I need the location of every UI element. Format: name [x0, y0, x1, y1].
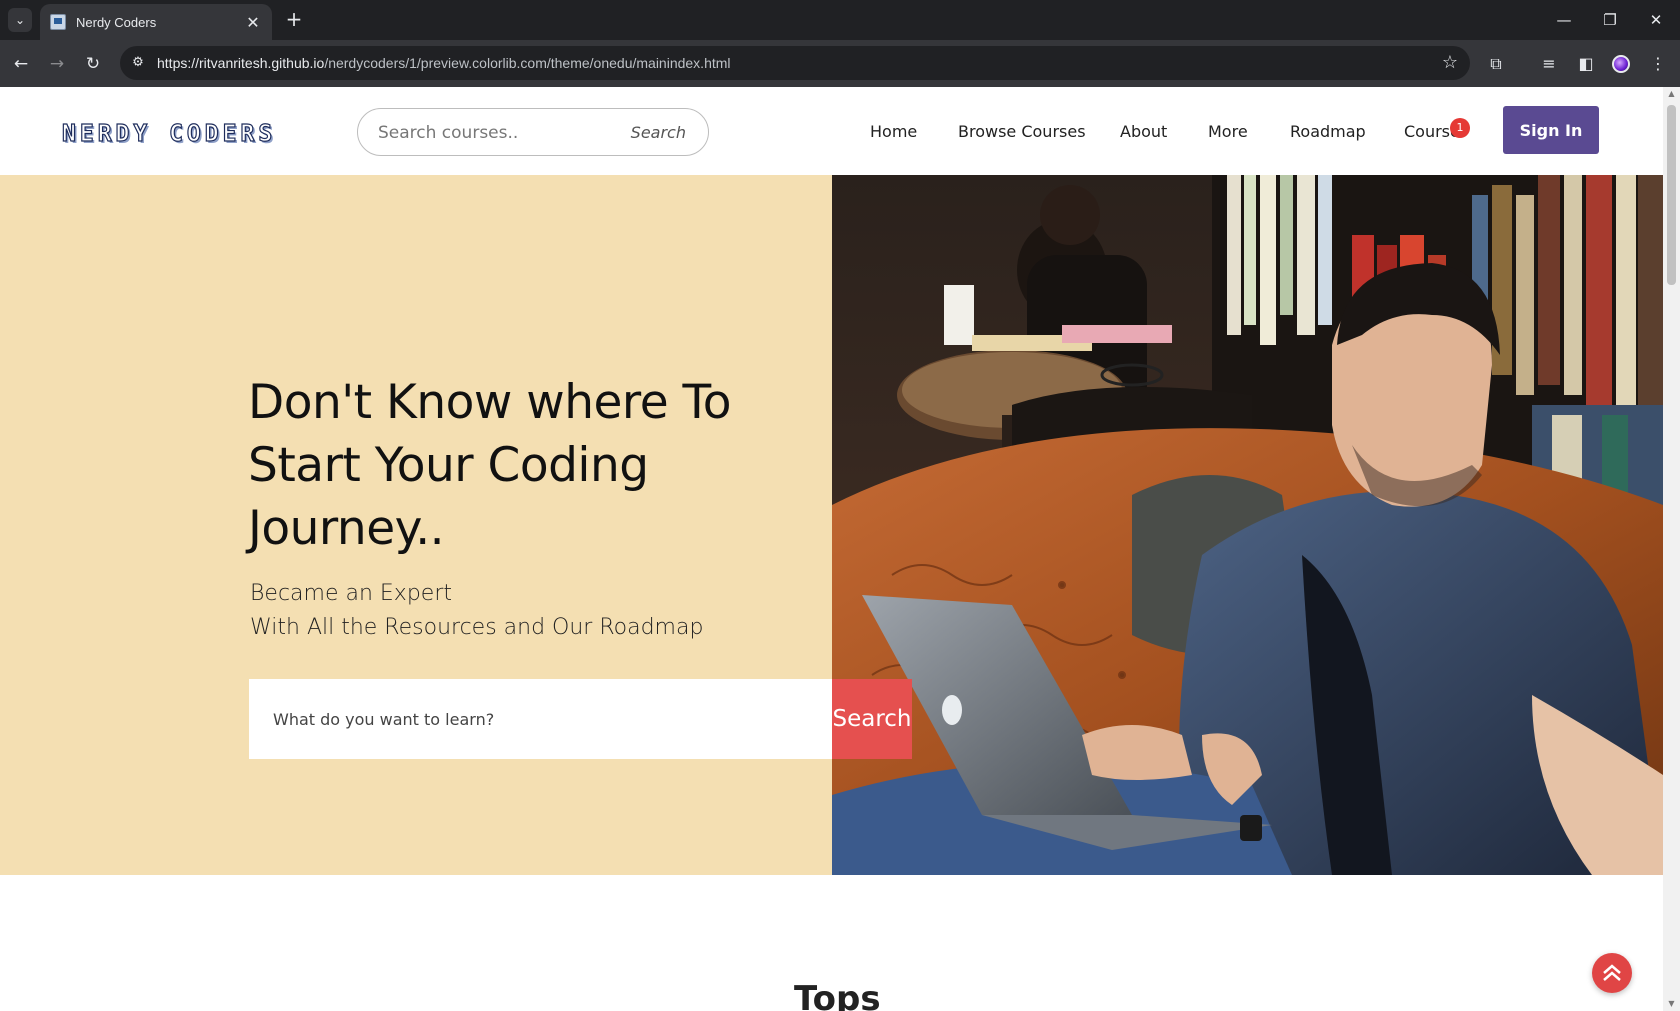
hero-search-button[interactable]: Search	[832, 679, 912, 759]
page-viewport: NERDY CODERS Search Home Browse Courses …	[0, 87, 1663, 1011]
hero-search-box: Search	[249, 679, 912, 759]
url-text[interactable]: https://ritvanritesh.github.io/nerdycode…	[157, 55, 731, 71]
scroll-down-arrow-icon[interactable]: ▼	[1663, 997, 1680, 1011]
reload-icon[interactable]: ↻	[80, 51, 106, 77]
nav-browse-courses[interactable]: Browse Courses	[958, 122, 1086, 141]
hero-text-panel: Don't Know where To Start Your Coding Jo…	[0, 175, 832, 875]
page-scrollbar[interactable]: ▲ ▼	[1663, 87, 1680, 1011]
tab-close-icon[interactable]: ✕	[244, 13, 262, 32]
minimize-window-icon[interactable]: —	[1549, 8, 1579, 32]
media-playlist-icon[interactable]: ≡	[1537, 52, 1561, 76]
restore-window-icon[interactable]: ❐	[1595, 8, 1625, 32]
scrollbar-thumb[interactable]	[1667, 105, 1676, 285]
hero-search-input[interactable]	[273, 704, 793, 734]
sign-in-button[interactable]: Sign In	[1503, 106, 1599, 154]
double-chevron-up-icon	[1603, 964, 1621, 981]
hero-subtitle: Became an Expert With All the Resources …	[250, 577, 703, 645]
scroll-up-arrow-icon[interactable]: ▲	[1663, 87, 1680, 101]
site-favicon-icon	[50, 14, 66, 30]
browser-tab-bar: ⌄ Nerdy Coders ✕ + — ❐ ✕	[0, 0, 1680, 40]
close-window-icon[interactable]: ✕	[1641, 8, 1671, 32]
hero-subtitle-line-2: With All the Resources and Our Roadmap	[250, 615, 704, 640]
forward-arrow-icon[interactable]: →	[44, 51, 70, 77]
side-panel-icon[interactable]: ◧	[1574, 52, 1598, 76]
hero-title: Don't Know where To Start Your Coding Jo…	[248, 375, 732, 556]
address-bar[interactable]: ⚙ https://ritvanritesh.github.io/nerdyco…	[120, 46, 1470, 80]
bookmark-star-icon[interactable]: ☆	[1442, 52, 1458, 73]
site-header: NERDY CODERS Search Home Browse Courses …	[0, 87, 1663, 175]
profile-avatar-icon[interactable]	[1612, 55, 1630, 73]
new-tab-button[interactable]: +	[282, 8, 306, 32]
browser-menu-icon[interactable]: ⋮	[1646, 52, 1670, 76]
tab-search-dropdown-icon[interactable]: ⌄	[8, 8, 32, 32]
student-with-laptop-photo	[832, 175, 1663, 875]
back-arrow-icon[interactable]: ←	[8, 51, 34, 77]
course-count-badge: 1	[1450, 118, 1470, 138]
nav-about[interactable]: About	[1120, 122, 1167, 141]
hero-subtitle-line-1: Became an Expert	[250, 581, 452, 606]
back-to-top-button[interactable]	[1592, 953, 1632, 993]
browser-tab[interactable]: Nerdy Coders ✕	[40, 4, 272, 40]
site-logo[interactable]: NERDY CODERS	[61, 120, 276, 147]
tab-title: Nerdy Coders	[76, 14, 157, 30]
site-info-icon[interactable]: ⚙	[128, 53, 148, 73]
browser-toolbar: ← → ↻ ⚙ https://ritvanritesh.github.io/n…	[0, 40, 1680, 87]
hero-photo	[832, 175, 1663, 875]
nav-roadmap[interactable]: Roadmap	[1290, 122, 1366, 141]
nav-home[interactable]: Home	[870, 122, 917, 141]
extensions-puzzle-icon[interactable]: ⧉	[1484, 52, 1508, 76]
hero-section: Don't Know where To Start Your Coding Jo…	[0, 175, 1663, 875]
section-title: Tops	[794, 979, 881, 1011]
header-search-box: Search	[357, 108, 709, 156]
header-search-input[interactable]	[378, 120, 608, 146]
header-search-button[interactable]: Search	[631, 123, 686, 142]
nav-more[interactable]: More	[1208, 122, 1248, 141]
